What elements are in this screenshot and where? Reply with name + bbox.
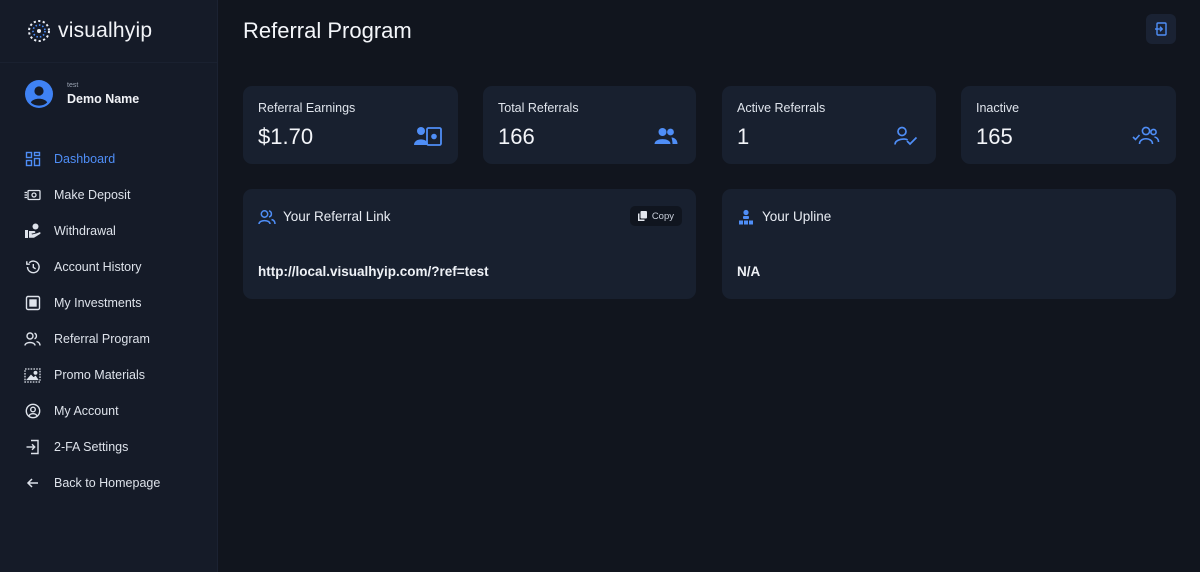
stat-label: Active Referrals <box>737 101 826 115</box>
history-icon <box>24 259 41 276</box>
sidebar-item-label: 2-FA Settings <box>54 440 129 454</box>
stat-value: 165 <box>976 124 1013 149</box>
users-group-icon <box>652 124 680 148</box>
sidebar-divider <box>0 62 217 63</box>
users-icon <box>258 208 276 226</box>
sidebar-item-label: Promo Materials <box>54 368 145 382</box>
earnings-icon <box>414 124 442 148</box>
sidebar-item-2fa-settings[interactable]: 2-FA Settings <box>0 429 218 465</box>
sidebar-item-my-investments[interactable]: My Investments <box>0 285 218 321</box>
panel-title: Your Referral Link <box>283 209 391 224</box>
cash-icon <box>24 187 41 204</box>
user-profile: test Demo Name <box>25 80 139 108</box>
upline-value: N/A <box>737 264 761 279</box>
stat-card-active-referrals: Active Referrals 1 <box>722 86 936 164</box>
users-inactive-icon <box>1132 124 1160 148</box>
sidebar-item-label: My Account <box>54 404 119 418</box>
avatar-icon <box>25 80 53 108</box>
sidebar-item-promo-materials[interactable]: Promo Materials <box>0 357 218 393</box>
users-icon <box>24 331 41 348</box>
stat-label: Inactive <box>976 101 1020 115</box>
copy-button[interactable]: Copy <box>629 206 682 226</box>
profile-username: test <box>67 82 79 89</box>
panel-title: Your Upline <box>762 209 832 224</box>
logo-icon <box>28 20 50 42</box>
sitemap-icon <box>737 208 755 226</box>
sidebar-item-label: Account History <box>54 260 142 274</box>
copy-icon <box>637 211 647 221</box>
arrow-left-icon <box>24 475 41 492</box>
referral-link-url[interactable]: http://local.visualhyip.com/?ref=test <box>258 264 489 279</box>
investments-icon <box>24 295 41 312</box>
hand-money-icon <box>24 223 41 240</box>
stat-card-referral-earnings: Referral Earnings $1.70 <box>243 86 458 164</box>
sidebar-item-label: Referral Program <box>54 332 150 346</box>
sidebar-item-withdrawal[interactable]: Withdrawal <box>0 213 218 249</box>
user-check-icon <box>892 124 920 148</box>
sidebar-nav: Dashboard Make Deposit Withdrawal Accoun… <box>0 141 218 501</box>
sidebar-item-back-to-homepage[interactable]: Back to Homepage <box>0 465 218 501</box>
sidebar-item-label: Dashboard <box>54 152 116 166</box>
stat-card-inactive: Inactive 165 <box>961 86 1176 164</box>
sidebar-item-label: Withdrawal <box>54 224 116 238</box>
user-circle-icon <box>24 403 41 420</box>
profile-display-name: Demo Name <box>67 92 140 106</box>
stat-value: 166 <box>498 124 535 149</box>
stat-label: Total Referrals <box>498 101 579 115</box>
sidebar-item-dashboard[interactable]: Dashboard <box>0 141 218 177</box>
sidebar-item-label: Back to Homepage <box>54 476 161 490</box>
logout-button[interactable] <box>1146 14 1176 44</box>
upline-panel: Your Upline N/A <box>722 189 1176 299</box>
sidebar: visualhyip test Demo Name Dashboard Make… <box>0 0 218 572</box>
image-icon <box>24 367 41 384</box>
login-icon <box>24 439 41 456</box>
brand-name: visualhyip <box>58 19 153 42</box>
sidebar-item-make-deposit[interactable]: Make Deposit <box>0 177 218 213</box>
brand-logo[interactable]: visualhyip <box>26 16 152 46</box>
stat-value: 1 <box>737 124 750 149</box>
sidebar-item-label: My Investments <box>54 296 142 310</box>
stat-card-total-referrals: Total Referrals 166 <box>483 86 696 164</box>
sidebar-item-referral-program[interactable]: Referral Program <box>0 321 218 357</box>
referral-link-panel: Your Referral Link Copy http://local.vis… <box>243 189 696 299</box>
stat-value: $1.70 <box>258 124 314 149</box>
stat-label: Referral Earnings <box>258 101 356 115</box>
dashboard-grid-icon <box>24 151 41 168</box>
page-title: Referral Program <box>243 18 412 43</box>
logout-icon <box>1155 22 1167 36</box>
sidebar-item-account-history[interactable]: Account History <box>0 249 218 285</box>
copy-button-label: Copy <box>651 210 674 222</box>
sidebar-item-label: Make Deposit <box>54 188 131 202</box>
sidebar-item-my-account[interactable]: My Account <box>0 393 218 429</box>
